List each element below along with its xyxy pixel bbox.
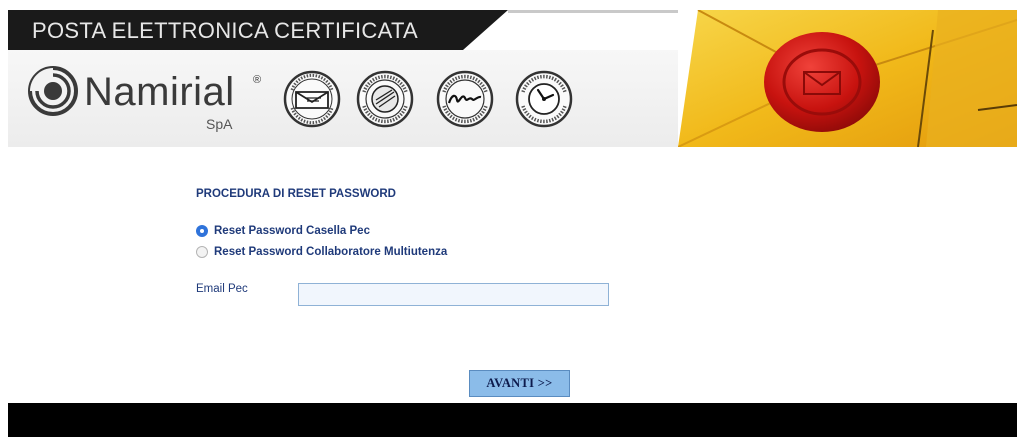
namirial-logo-icon <box>28 66 78 116</box>
namirial-logo: Namirial ® SpA <box>28 64 262 136</box>
radio-reset-casella-pec[interactable] <box>196 225 208 237</box>
avanti-button[interactable]: AVANTI >> <box>469 370 570 397</box>
page-title: POSTA ELETTRONICA CERTIFICATA <box>32 18 419 43</box>
email-pec-input[interactable] <box>298 283 609 306</box>
option-reset-collaboratore-multiutenza[interactable]: Reset Password Collaboratore Multiutenza <box>196 245 447 259</box>
yellow-envelope-wax-seal-icon <box>678 10 1017 147</box>
page-footer <box>8 403 1017 437</box>
firma-certa-grafometrica-seal-icon <box>436 70 494 128</box>
firma-certa-time-stamping-seal-icon <box>515 70 573 128</box>
section-title: PROCEDURA DI RESET PASSWORD <box>196 188 396 200</box>
email-pec-label: Email Pec <box>196 283 248 295</box>
radio-reset-collaboratore-multiutenza[interactable] <box>196 246 208 258</box>
page-header: POSTA ELETTRONICA CERTIFICATA Namirial ®… <box>0 0 1017 147</box>
radio-label-reset-casella-pec[interactable]: Reset Password Casella Pec <box>214 225 370 237</box>
sicurezza-postale-seal-icon <box>283 70 341 128</box>
logo-suffix: SpA <box>206 116 233 132</box>
logo-registered-mark: ® <box>253 74 262 86</box>
firma-certa-certification-authority-seal-icon <box>356 70 414 128</box>
radio-label-reset-collaboratore-multiutenza[interactable]: Reset Password Collaboratore Multiutenza <box>214 246 447 258</box>
option-reset-casella-pec[interactable]: Reset Password Casella Pec <box>196 224 370 238</box>
logo-name: Namirial <box>84 70 235 114</box>
